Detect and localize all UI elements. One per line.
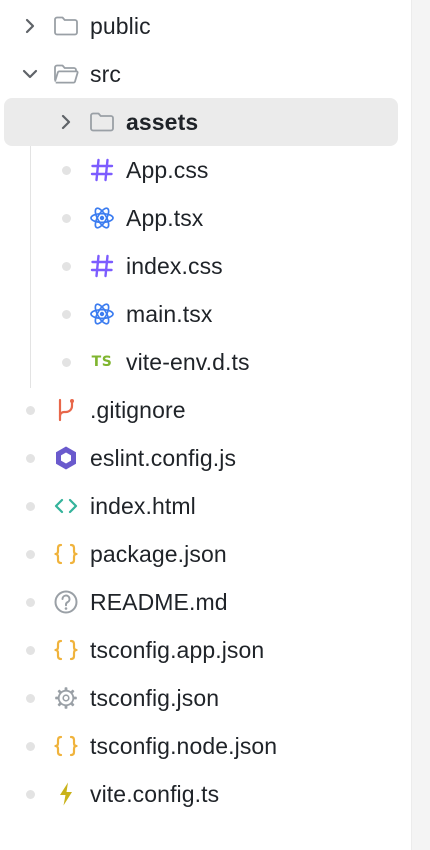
tree-item-label: README.md [90,588,228,615]
tree-item-label: .gitignore [90,396,186,423]
typescript-icon: TS [88,348,116,376]
scrollbar[interactable] [411,0,430,850]
tree-file-readme-md[interactable]: README.md [0,578,410,626]
folder-icon [52,12,80,40]
file-bullet-dot [20,686,40,710]
tree-item-label: public [90,12,151,39]
tree-item-label: App.tsx [126,204,204,231]
chevron-right-icon[interactable] [20,14,40,38]
file-explorer-tree: public src assets App.css App.tsx index.css ma… [0,2,410,818]
tree-item-label: App.css [126,156,209,183]
gear-icon [52,684,80,712]
tree-file-gitignore[interactable]: .gitignore [0,386,410,434]
css-hash-icon [88,252,116,280]
tree-file-vite-config-ts[interactable]: vite.config.ts [0,770,410,818]
tree-file-index-html[interactable]: index.html [0,482,410,530]
file-bullet-dot [20,734,40,758]
chevron-down-icon[interactable] [20,62,40,86]
tree-file-tsconfig-app-json[interactable]: tsconfig.app.json [0,626,410,674]
tree-item-label: main.tsx [126,300,213,327]
file-bullet-dot [20,542,40,566]
tree-file-index-css[interactable]: index.css [0,242,410,290]
folder-open-icon [52,60,80,88]
tree-folder-src[interactable]: src [0,50,410,98]
css-hash-icon [88,156,116,184]
tree-file-tsconfig-json[interactable]: tsconfig.json [0,674,410,722]
tree-item-label: index.html [90,492,196,519]
chevron-right-icon[interactable] [56,110,76,134]
file-bullet-dot [20,446,40,470]
json-braces-icon [52,732,80,760]
file-bullet-dot [56,302,76,326]
question-circle-icon [52,588,80,616]
git-branch-icon [52,396,80,424]
html-code-icon [52,492,80,520]
file-bullet-dot [56,350,76,374]
tree-item-label: src [90,60,121,87]
lightning-bolt-icon [52,780,80,808]
tree-item-label: tsconfig.json [90,684,220,711]
tree-file-eslint-config-js[interactable]: eslint.config.js [0,434,410,482]
react-icon [88,300,116,328]
json-braces-icon [52,540,80,568]
tree-file-app-tsx[interactable]: App.tsx [0,194,410,242]
tree-item-label: tsconfig.app.json [90,636,265,663]
tree-item-label: vite.config.ts [90,780,220,807]
tree-item-label: vite-env.d.ts [126,348,250,375]
json-braces-icon [52,636,80,664]
file-bullet-dot [20,398,40,422]
file-bullet-dot [56,158,76,182]
react-icon [88,204,116,232]
tree-file-app-css[interactable]: App.css [0,146,410,194]
tree-folder-assets[interactable]: assets [4,98,398,146]
tree-item-label: tsconfig.node.json [90,732,278,759]
tree-folder-public[interactable]: public [0,2,410,50]
tree-item-label: package.json [90,540,227,567]
eslint-icon [52,444,80,472]
folder-icon [88,108,116,136]
file-bullet-dot [20,494,40,518]
file-bullet-dot [20,782,40,806]
file-bullet-dot [56,254,76,278]
tree-file-package-json[interactable]: package.json [0,530,410,578]
tree-item-label: assets [126,108,199,135]
tree-file-tsconfig-node-json[interactable]: tsconfig.node.json [0,722,410,770]
typescript-icon-text: TS [91,354,113,370]
file-bullet-dot [20,590,40,614]
tree-item-label: index.css [126,252,223,279]
tree-file-vite-env-d-ts[interactable]: TS vite-env.d.ts [0,338,410,386]
tree-item-label: eslint.config.js [90,444,237,471]
tree-file-main-tsx[interactable]: main.tsx [0,290,410,338]
file-bullet-dot [56,206,76,230]
file-bullet-dot [20,638,40,662]
